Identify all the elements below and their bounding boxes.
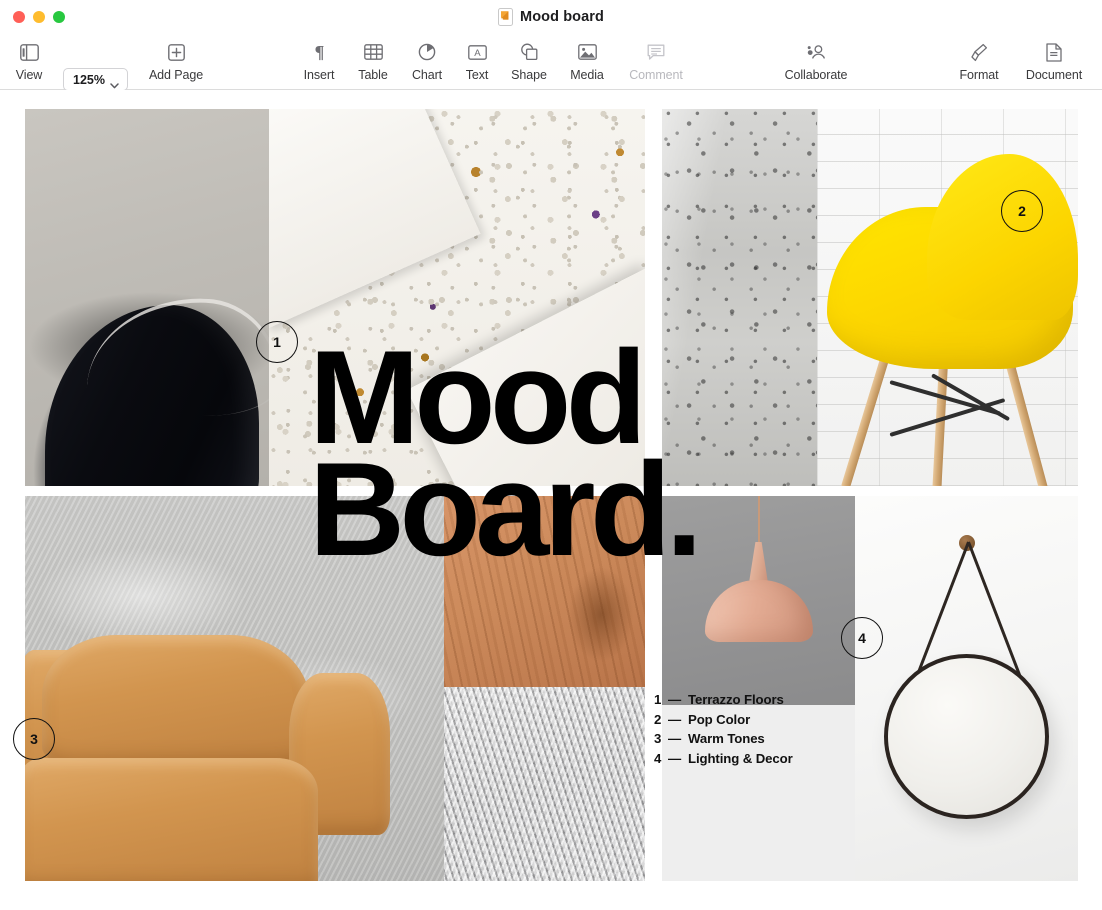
toolbar-button-collaborate[interactable]: Collaborate <box>784 39 848 82</box>
legend-label: Terrazzo Floors <box>688 690 784 710</box>
table-grid-icon <box>364 39 383 65</box>
toolbar-label-insert: Insert <box>304 68 335 82</box>
pages-document-icon <box>498 8 513 26</box>
zoom-dropdown[interactable]: 125% <box>63 68 128 91</box>
toolbar-label-chart: Chart <box>412 68 442 82</box>
image-wood-grain[interactable] <box>444 496 645 687</box>
image-grey-fur-rug[interactable] <box>444 687 645 881</box>
legend-dash: — <box>668 690 688 710</box>
image-white-terrazzo[interactable] <box>269 109 645 486</box>
toolbar-button-view[interactable]: View <box>0 39 61 82</box>
toolbar-label-view: View <box>16 68 42 82</box>
pilcrow-icon: ¶ <box>312 39 327 65</box>
legend-label: Pop Color <box>688 710 750 730</box>
legend-list[interactable]: 1 — Terrazzo Floors 2 — Pop Color 3 — Wa… <box>654 690 864 768</box>
window-title: Mood board <box>520 9 604 25</box>
badge-marker-4[interactable]: 4 <box>841 617 883 659</box>
toolbar-label-table: Table <box>358 68 387 82</box>
toolbar-label-media: Media <box>570 68 604 82</box>
document-icon <box>1046 39 1062 65</box>
collaborate-icon <box>806 39 826 65</box>
sidebar-icon <box>20 39 39 65</box>
mood-board-layout <box>25 109 1078 881</box>
legend-number: 2 <box>654 710 668 730</box>
pages-window: Mood board View Zoom 125% Add Page <box>0 0 1102 910</box>
title-center-group: Mood board <box>0 8 1102 26</box>
badge-marker-1[interactable]: 1 <box>256 321 298 363</box>
image-yellow-chair[interactable] <box>817 109 1078 486</box>
legend-dash: — <box>668 749 688 769</box>
toolbar-label-text: Text <box>466 68 489 82</box>
svg-text:¶: ¶ <box>314 43 324 61</box>
legend-label: Warm Tones <box>688 729 765 749</box>
legend-number: 4 <box>654 749 668 769</box>
legend-label: Lighting & Decor <box>688 749 793 769</box>
pie-chart-icon <box>418 39 436 65</box>
legend-dash: — <box>668 710 688 730</box>
image-black-leather-chair[interactable] <box>25 109 269 486</box>
toolbar-label-format: Format <box>960 68 999 82</box>
badge-marker-3[interactable]: 3 <box>13 718 55 760</box>
photo-icon <box>578 39 597 65</box>
legend-number: 3 <box>654 729 668 749</box>
maximize-button[interactable] <box>53 11 65 23</box>
image-concrete-column[interactable] <box>662 109 817 486</box>
image-round-mirror[interactable] <box>855 496 1078 881</box>
close-button[interactable] <box>13 11 25 23</box>
toolbar-button-add-page[interactable]: Add Page <box>144 39 208 82</box>
toolbar: View Zoom 125% Add Page ¶ Insert <box>0 35 1102 90</box>
toolbar-button-media[interactable]: Media <box>555 39 619 82</box>
toolbar-label-comment: Comment <box>629 68 682 82</box>
comment-icon <box>647 39 665 65</box>
legend-number: 1 <box>654 690 668 710</box>
text-box-icon: A <box>468 39 487 65</box>
image-tan-leather-sofa[interactable] <box>25 496 444 881</box>
toolbar-button-document[interactable]: Document <box>1022 39 1086 82</box>
badge-marker-2[interactable]: 2 <box>1001 190 1043 232</box>
paintbrush-icon <box>970 39 988 65</box>
title-bar: Mood board <box>0 0 1102 35</box>
zoom-value: 125% <box>73 73 105 87</box>
toolbar-label-collaborate: Collaborate <box>785 68 848 82</box>
toolbar-label-add-page: Add Page <box>149 68 203 82</box>
shapes-icon <box>520 39 538 65</box>
minimize-button[interactable] <box>33 11 45 23</box>
plus-box-icon <box>168 39 185 65</box>
chevron-down-icon <box>110 76 118 84</box>
traffic-lights <box>13 11 65 23</box>
toolbar-label-shape: Shape <box>511 68 547 82</box>
legend-item: 2 — Pop Color <box>654 710 864 730</box>
legend-dash: — <box>668 729 688 749</box>
toolbar-button-shape[interactable]: Shape <box>497 39 561 82</box>
document-canvas[interactable]: Mood Board. 1 — Terrazzo Floors 2 — Pop … <box>0 90 1102 910</box>
image-pendant-lamp[interactable] <box>662 496 855 705</box>
legend-item: 4 — Lighting & Decor <box>654 749 864 769</box>
toolbar-button-format[interactable]: Format <box>947 39 1011 82</box>
legend-item: 1 — Terrazzo Floors <box>654 690 864 710</box>
legend-item: 3 — Warm Tones <box>654 729 864 749</box>
svg-text:A: A <box>474 48 481 59</box>
toolbar-button-comment[interactable]: Comment <box>624 39 688 82</box>
toolbar-label-document: Document <box>1026 68 1082 82</box>
